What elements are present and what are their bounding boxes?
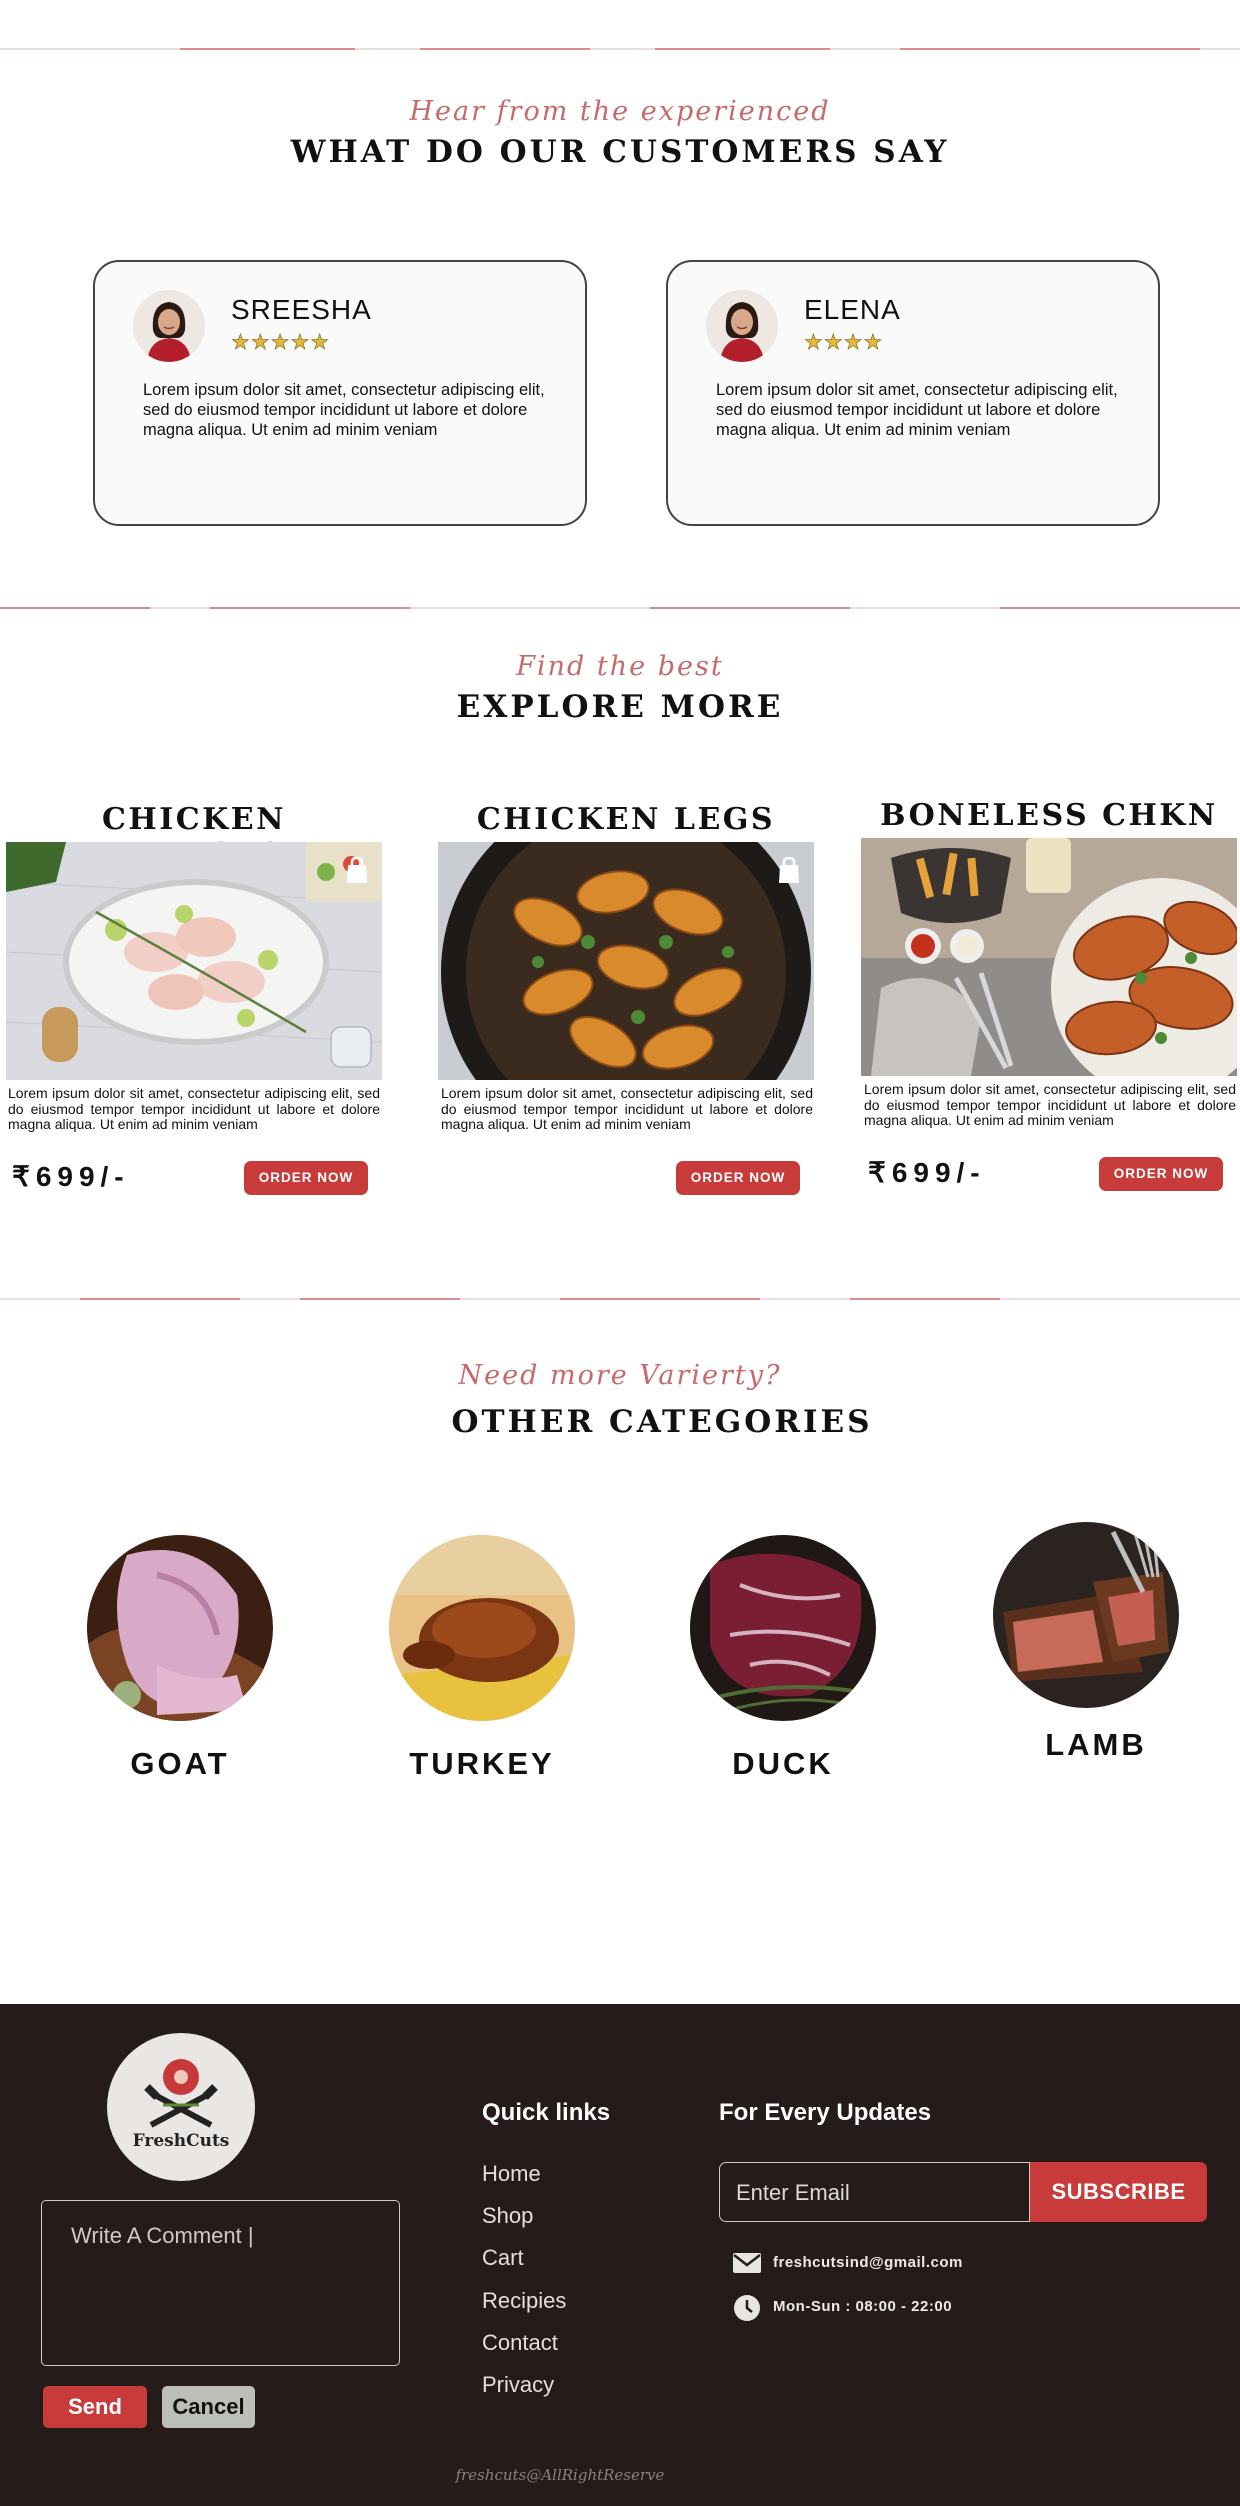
send-button[interactable]: Send [43,2386,147,2428]
product-description: Lorem ipsum dolor sit amet, consectetur … [864,1081,1236,1128]
order-now-button[interactable]: ORDER NOW [244,1161,368,1195]
subscribe-form: Enter Email SUBSCRIBE [719,2162,1207,2222]
section-divider [0,607,1240,609]
category-label[interactable]: TURKEY [352,1746,612,1782]
product-image[interactable] [438,842,814,1080]
section-divider [0,1298,1240,1300]
review-text: Lorem ipsum dolor sit amet, consectetur … [143,381,545,439]
testimonials-title: WHAT DO OUR CUSTOMERS SAY [290,134,950,170]
avatar [133,290,205,362]
categories-eyebrow: Need more Varierty? [458,1360,782,1391]
clock-icon [733,2294,761,2327]
order-now-button[interactable]: ORDER NOW [676,1161,800,1195]
email-placeholder: Enter Email [736,2180,850,2205]
updates-title: For Every Updates [719,2099,932,2126]
star-rating: ★★★★ [804,331,884,355]
mail-icon [733,2253,761,2278]
email-input[interactable]: Enter Email [719,2162,1030,2222]
quick-link-cart[interactable]: Cart [482,2245,524,2271]
review-card: SREESHA ★★★★★ Lorem ipsum dolor sit amet… [93,260,587,526]
category-label[interactable]: LAMB [966,1727,1226,1763]
freshcuts-logo[interactable]: FreshCuts [107,2033,255,2181]
product-description: Lorem ipsum dolor sit amet, consectetur … [8,1085,380,1132]
comment-textarea[interactable]: Write A Comment | [41,2200,400,2366]
cancel-button[interactable]: Cancel [162,2386,255,2428]
section-divider [0,48,1240,50]
review-text: Lorem ipsum dolor sit amet, consectetur … [716,381,1118,439]
star-rating: ★★★★★ [231,331,331,355]
product-price: ₹699/- [868,1157,986,1188]
product-image[interactable] [6,842,382,1080]
quick-links-title: Quick links [482,2099,611,2126]
product-title: BONELESS CHKN [880,798,1218,833]
product-price: ₹699/- [12,1161,130,1192]
category-label[interactable]: DUCK [653,1746,913,1782]
quick-link-privacy[interactable]: Privacy [482,2372,554,2398]
avatar [706,290,778,362]
categories-title: OTHER CATEGORIES [451,1404,873,1440]
order-now-button[interactable]: ORDER NOW [1099,1157,1223,1191]
logo-text: FreshCuts [132,2131,230,2151]
quick-link-home[interactable]: Home [482,2161,541,2187]
category-duck-image[interactable] [690,1535,876,1721]
category-label[interactable]: GOAT [50,1746,310,1782]
reviewer-name: ELENA [804,294,901,325]
explore-eyebrow: Find the best [516,651,724,682]
product-title: CHICKEN LEGS [476,802,776,837]
quick-link-recipies[interactable]: Recipies [482,2288,566,2314]
contact-email[interactable]: freshcutsind@gmail.com [773,2254,963,2271]
footer: FreshCuts Write A Comment | Send Cancel … [0,2004,1240,2506]
copyright-text: freshcuts@AllRightReserve [455,2466,665,2484]
quick-link-contact[interactable]: Contact [482,2330,558,2356]
comment-placeholder: Write A Comment | [71,2223,254,2248]
product-description: Lorem ipsum dolor sit amet, consectetur … [441,1085,813,1132]
shopping-bag-icon[interactable] [344,856,370,884]
category-lamb-image[interactable] [993,1522,1179,1708]
subscribe-button[interactable]: SUBSCRIBE [1030,2162,1207,2222]
shopping-bag-icon[interactable] [776,856,802,884]
contact-hours: Mon-Sun : 08:00 - 22:00 [773,2298,953,2315]
category-turkey-image[interactable] [389,1535,575,1721]
review-card: ELENA ★★★★ Lorem ipsum dolor sit amet, c… [666,260,1160,526]
category-goat-image[interactable] [87,1535,273,1721]
explore-title: EXPLORE MORE [456,689,784,725]
product-image[interactable] [861,838,1237,1076]
reviewer-name: SREESHA [231,294,372,325]
quick-link-shop[interactable]: Shop [482,2203,533,2229]
testimonials-eyebrow: Hear from the experienced [409,96,831,127]
